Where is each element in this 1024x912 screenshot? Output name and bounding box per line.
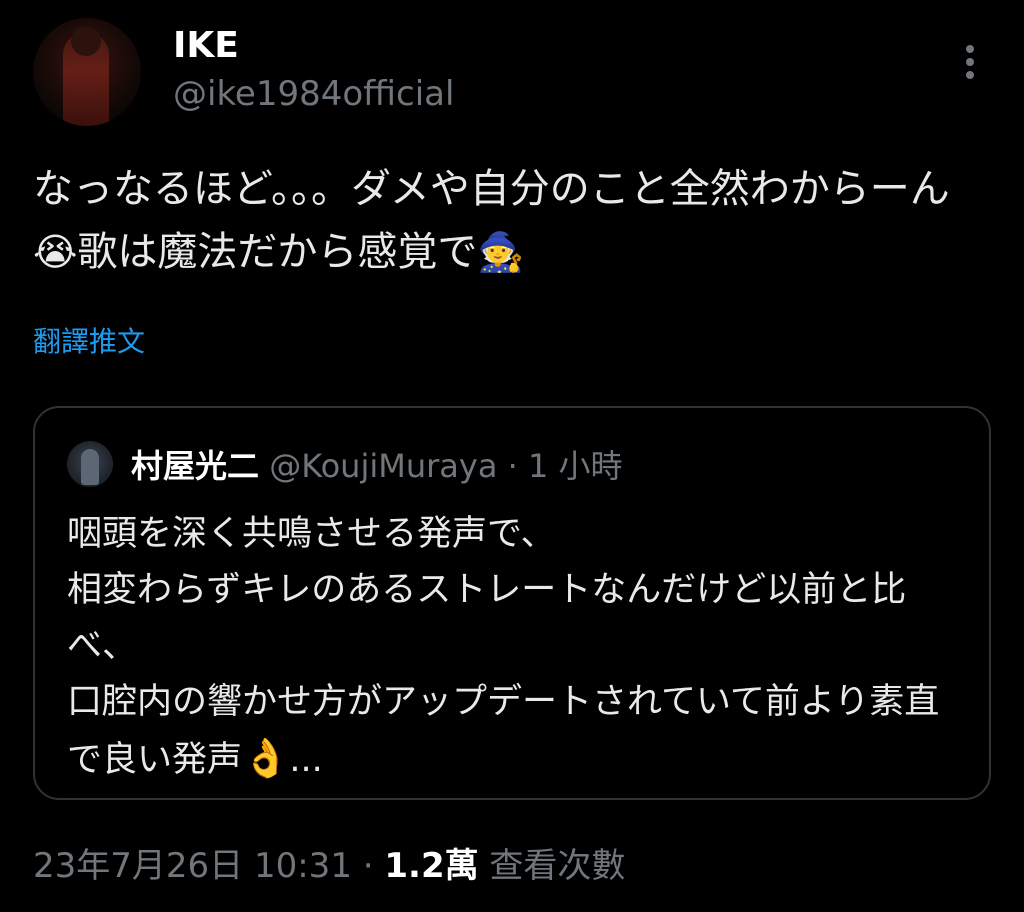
- author-handle[interactable]: @ike1984official: [173, 74, 454, 114]
- quoted-tweet-card[interactable]: 村屋光二 @KoujiMuraya · 1 小時 咽頭を深く共鳴させる発声で、 …: [33, 406, 991, 800]
- tweet-text: なっなるほど。。。ダメや自分のこと全然わからーん 😭歌は魔法だから感覚で🧙: [33, 158, 993, 284]
- tweet[interactable]: IKE @ike1984official なっなるほど。。。ダメや自分のこと全然…: [0, 0, 1024, 912]
- avatar-head: [71, 26, 101, 56]
- quoted-tweet-time[interactable]: 1 小時: [528, 447, 623, 485]
- quoted-tweet-text: 咽頭を深く共鳴させる発声で、 相変わらずキレのあるストレートなんだけど以前と比べ…: [67, 506, 957, 788]
- translate-tweet-link[interactable]: 翻譯推文: [33, 322, 145, 362]
- crying-face-icon: 😭: [33, 230, 78, 274]
- tweet-timestamp[interactable]: 23年7月26日 10:31: [33, 846, 352, 886]
- more-vertical-icon: [966, 45, 974, 79]
- quoted-separator: ·: [497, 447, 528, 485]
- views-label[interactable]: 查看次數: [479, 846, 625, 886]
- quoted-avatar-figure: [81, 449, 99, 485]
- tweet-meta: 23年7月26日 10:31 · 1.2萬 查看次數: [33, 842, 625, 890]
- tweet-text-after: 歌は魔法だから感覚で: [77, 229, 478, 275]
- quoted-tweet-header: 村屋光二 @KoujiMuraya · 1 小時: [131, 444, 622, 488]
- quoted-author-avatar[interactable]: [67, 441, 113, 487]
- author-display-name[interactable]: IKE: [173, 24, 239, 68]
- quoted-author-name[interactable]: 村屋光二: [131, 447, 259, 485]
- tweet-text-main: なっなるほど。。。ダメや自分のこと全然わからーん: [33, 166, 950, 212]
- author-avatar[interactable]: [33, 18, 141, 126]
- ok-hand-icon: 👌: [242, 736, 290, 780]
- quoted-author-handle[interactable]: @KoujiMuraya: [269, 447, 497, 485]
- quoted-text-ellipsis: ...: [289, 740, 323, 780]
- meta-separator: ·: [351, 846, 385, 886]
- views-count[interactable]: 1.2萬: [384, 846, 478, 886]
- wizard-icon: 🧙: [477, 230, 525, 274]
- more-options-button[interactable]: [952, 40, 988, 84]
- quoted-text-main: 咽頭を深く共鳴させる発声で、 相変わらずキレのあるストレートなんだけど以前と比べ…: [67, 514, 940, 780]
